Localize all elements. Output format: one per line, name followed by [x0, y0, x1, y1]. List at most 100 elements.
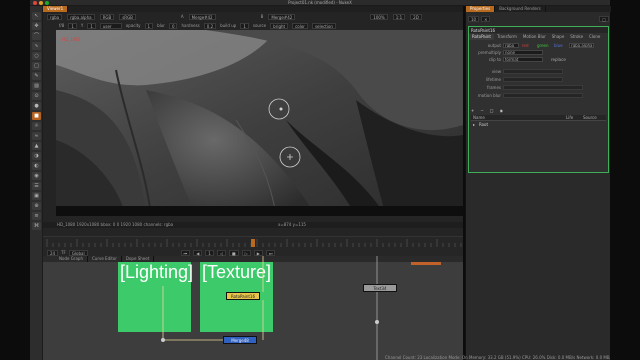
tab-viewer1[interactable]: Viewer1 [43, 6, 69, 12]
clear-panels-button[interactable]: ✕ [481, 16, 491, 22]
alpha-channel-dropdown[interactable]: rgba.alpha [569, 43, 594, 48]
smear-tool-icon[interactable]: ≈ [32, 132, 41, 140]
motion-blur-label: motion blur [477, 93, 501, 98]
channel-tool-icon[interactable]: ☰ [32, 182, 41, 190]
filter-tool-icon[interactable]: ≡ [32, 212, 41, 220]
column-source[interactable]: Source [583, 115, 597, 120]
tab-curve-editor[interactable]: Curve Editor [88, 256, 122, 262]
brush-tool-icon[interactable]: ✎ [32, 72, 41, 80]
node-merge[interactable]: Merge48 [223, 336, 257, 344]
layer-list-header: Name Life Source [471, 115, 606, 121]
max-panels-field[interactable]: 10 [468, 16, 480, 22]
layer-list-item[interactable]: ▸ Root [471, 122, 606, 128]
frame-field[interactable]: 1 [68, 23, 77, 29]
remove-layer-icon[interactable]: − [480, 108, 483, 113]
layer-name: Root [479, 122, 489, 127]
subtab-stroke[interactable]: Stroke [567, 34, 586, 40]
ellipse-tool-icon[interactable]: ○ [32, 52, 41, 60]
tab-node-graph[interactable]: Node Graph [55, 256, 88, 262]
transform-tool-icon[interactable]: ✥ [32, 22, 41, 30]
red-channel-checkbox[interactable]: red [522, 43, 529, 48]
tab-background-renders[interactable]: Background Renders [495, 6, 546, 12]
column-life[interactable]: Life [566, 115, 573, 120]
y-field[interactable]: 1 [87, 23, 96, 29]
blur-field[interactable]: 0 [168, 23, 178, 29]
gain-dropdown[interactable]: user [99, 23, 122, 29]
channel-dropdown[interactable]: rgba.alpha [67, 14, 95, 20]
source-label: source [252, 23, 267, 28]
lock-icon[interactable]: □ [490, 108, 494, 113]
premultiply-dropdown[interactable]: none [503, 50, 543, 55]
subtab-transform[interactable]: Transform [494, 34, 520, 40]
output-label: output [487, 43, 501, 48]
bezier-tool-icon[interactable]: ⌒ [32, 32, 41, 40]
select-tool-icon[interactable]: ↖ [32, 12, 41, 20]
subtab-motion-blur[interactable]: Motion Blur [520, 34, 549, 40]
folder-icon: ▸ [473, 122, 476, 127]
add-layer-icon[interactable]: + [471, 108, 474, 113]
zoom-dropdown[interactable]: 100% [370, 14, 388, 20]
viewer-controls-row: rgba rgba.alpha RGB sRGB A Merge#42 B Me… [43, 13, 463, 21]
frames-field[interactable] [503, 85, 583, 90]
ratio-dropdown[interactable]: 1:1 [392, 14, 406, 20]
green-channel-checkbox[interactable]: green [537, 43, 549, 48]
input-b-dropdown[interactable]: Merge#42 [268, 14, 296, 20]
subtab-rotopaint[interactable]: RotoPaint [469, 34, 494, 40]
toolbar: ↖ ✥ ⌒ ∿ ○ □ ✎ ▨ ⊙ ● ■ ☼ ≈ ▲ ◑ ◐ ◉ ☰ ▣ ⊕ … [30, 6, 43, 360]
rectangle-tool-icon[interactable]: □ [32, 62, 41, 70]
mode-dropdown[interactable]: 2D [410, 14, 422, 20]
timeline[interactable]: 24 TF Global ⏮ ◀ 1 ◁ ■ ▷ ▶ ⏭ [43, 236, 463, 256]
node-offscreen[interactable] [411, 262, 441, 265]
lifetime-label: lifetime [485, 77, 501, 82]
colorspace-dropdown[interactable]: RGB [99, 14, 115, 20]
color-dropdown[interactable]: color [292, 23, 308, 29]
float-panel-button[interactable]: □ [599, 16, 609, 22]
blue-channel-checkbox[interactable]: blue [554, 43, 563, 48]
sharpen-tool-icon[interactable]: ▲ [32, 142, 41, 150]
replace-checkbox[interactable]: replace [551, 57, 566, 62]
selection-dropdown[interactable]: selection [311, 23, 336, 29]
hardness-field[interactable]: 0.2 [203, 23, 217, 29]
lifetime-field[interactable] [503, 77, 563, 82]
subtab-shape[interactable]: Shape [549, 34, 568, 40]
input-a-dropdown[interactable]: Merge#42 [188, 14, 216, 20]
backdrop-lighting[interactable]: [Lighting] [118, 262, 193, 332]
source-dropdown[interactable]: bright [270, 23, 289, 29]
lut-dropdown[interactable]: sRGB [119, 14, 136, 20]
y-label: Y [80, 23, 84, 28]
reveal-tool-icon[interactable]: ◑ [32, 152, 41, 160]
node-rotopaint[interactable]: RotoPaint16 [226, 292, 260, 300]
blur-tool-icon[interactable]: ● [32, 102, 41, 110]
keyer-tool-icon[interactable]: ⌘ [32, 222, 41, 230]
viewer-canvas[interactable]: HD_1080 [56, 30, 463, 216]
tab-properties[interactable]: Properties [466, 6, 496, 12]
merge-tool-icon[interactable]: ⊕ [32, 202, 41, 210]
paint-tool-icon[interactable]: ■ [32, 112, 41, 120]
view-field[interactable] [503, 69, 563, 74]
hardness-label: hardness [181, 23, 200, 28]
layer-dropdown[interactable]: rgba [47, 14, 63, 20]
burn-tool-icon[interactable]: ◐ [32, 162, 41, 170]
playhead[interactable] [251, 239, 255, 247]
opacity-field[interactable]: 1 [144, 23, 154, 29]
motion-blur-field[interactable] [503, 93, 583, 98]
properties-tabbar: Properties Background Renders [466, 6, 611, 12]
output-dropdown[interactable]: rgba [503, 43, 519, 48]
column-name[interactable]: Name [473, 115, 485, 120]
node-tool-icon[interactable]: ▣ [32, 192, 41, 200]
dodge-tool-icon[interactable]: ☼ [32, 122, 41, 130]
node-name-field[interactable]: RotoPaint16 [471, 28, 495, 33]
bspline-tool-icon[interactable]: ∿ [32, 42, 41, 50]
clone-tool-icon[interactable]: ⊙ [32, 92, 41, 100]
build-up-field[interactable]: 1 [240, 23, 249, 29]
visibility-icon[interactable]: ◉ [500, 108, 504, 113]
timeline-ruler[interactable] [43, 239, 463, 249]
clip-to-dropdown[interactable]: format [503, 57, 543, 62]
viewer-tabbar: Viewer1 [43, 6, 463, 12]
opacity-label: opacity [125, 23, 141, 28]
subtab-clone[interactable]: Clone [586, 34, 603, 40]
color-picker-icon[interactable]: ◉ [32, 172, 41, 180]
node-text[interactable]: Text34 [363, 284, 397, 292]
node-graph-panel: Node Graph Curve Editor Dope Sheet [Ligh… [43, 256, 463, 360]
eraser-tool-icon[interactable]: ▨ [32, 82, 41, 90]
